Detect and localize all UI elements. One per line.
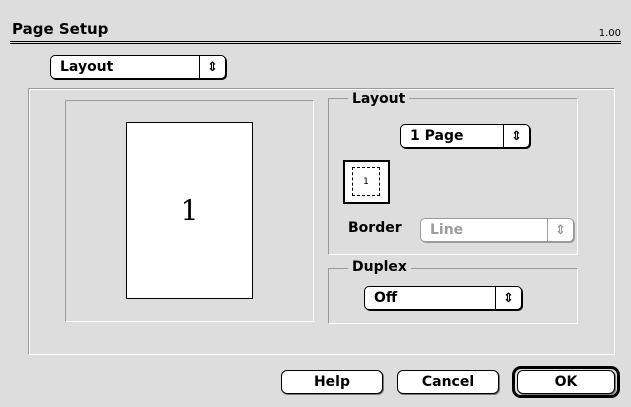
title-divider bbox=[10, 41, 621, 42]
duplex-value: Off bbox=[374, 290, 398, 306]
up-down-arrows-icon: ⇕ bbox=[199, 56, 225, 78]
page-preview: 1 bbox=[126, 122, 253, 299]
page-preview-number: 1 bbox=[180, 194, 199, 227]
panel-selector-popup[interactable]: Layout ⇕ bbox=[50, 55, 226, 79]
layout-order-icon[interactable]: 1 bbox=[343, 160, 390, 204]
help-button[interactable]: Help bbox=[281, 370, 383, 394]
cancel-button[interactable]: Cancel bbox=[397, 370, 499, 394]
duplex-popup[interactable]: Off ⇕ bbox=[364, 286, 522, 310]
layout-order-page: 1 bbox=[352, 167, 380, 196]
up-down-arrows-icon: ⇕ bbox=[503, 125, 529, 147]
up-down-arrows-icon: ⇕ bbox=[495, 287, 521, 309]
border-popup[interactable]: Line ⇕ bbox=[420, 218, 574, 242]
version-label: 1.00 bbox=[598, 28, 621, 39]
ok-button[interactable]: OK bbox=[517, 370, 615, 394]
up-down-arrows-icon: ⇕ bbox=[547, 219, 573, 241]
panel-selector-value: Layout bbox=[60, 59, 114, 75]
title-divider bbox=[10, 43, 621, 44]
dialog-title: Page Setup bbox=[12, 20, 109, 38]
duplex-group-title: Duplex bbox=[348, 259, 411, 275]
pages-per-sheet-value: 1 Page bbox=[410, 128, 464, 144]
pages-per-sheet-popup[interactable]: 1 Page ⇕ bbox=[400, 124, 530, 148]
layout-order-number: 1 bbox=[363, 176, 369, 187]
border-label: Border bbox=[348, 220, 402, 236]
layout-group-title: Layout bbox=[348, 91, 410, 107]
border-value: Line bbox=[430, 222, 464, 238]
